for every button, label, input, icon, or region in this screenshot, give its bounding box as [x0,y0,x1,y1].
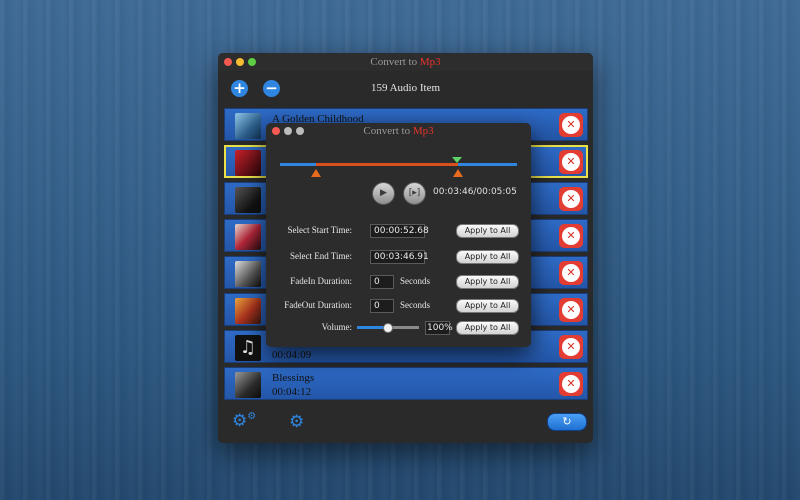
end-time-field[interactable]: 00:03:46.91 [370,250,429,264]
start-time-label: Select Start Time: [287,225,352,235]
track-settings-button[interactable]: ✕ [559,224,583,248]
album-art-thumbnail [235,298,261,324]
trim-dialog: Convert to Mp3 ▶ [▸] 00:03:46/00:05:05 S… [266,123,531,347]
apply-volume-to-all-button[interactable]: Apply to All [456,321,519,335]
track-title: Blessings [272,372,315,384]
window-title: Convert to Mp3 [370,56,441,68]
apply-fadeout-to-all-button[interactable]: Apply to All [456,299,519,313]
gears-icon[interactable]: ⚙⚙ [232,411,256,431]
dialog-close-button[interactable] [272,127,280,135]
album-art-thumbnail [235,150,261,176]
apply-start-to-all-button[interactable]: Apply to All [456,224,519,238]
tools-icon: ✕ [562,190,580,208]
tools-icon: ✕ [562,301,580,319]
close-window-button[interactable] [224,58,232,66]
album-art-thumbnail [235,187,261,213]
track-duration: 00:04:09 [272,349,312,361]
end-time-label: Select End Time: [289,251,352,261]
music-note-icon: ♫ [235,335,261,361]
track-settings-button[interactable]: ✕ [559,372,583,396]
dialog-zoom-button[interactable] [296,127,304,135]
volume-label: Volume: [321,322,352,332]
play-button[interactable]: ▶ [372,182,395,205]
apply-end-to-all-button[interactable]: Apply to All [456,250,519,264]
fadeout-duration-field[interactable]: 0 [370,299,394,313]
album-art-thumbnail [235,113,261,139]
tools-icon: ✕ [562,153,580,171]
minimize-window-button[interactable] [236,58,244,66]
track-settings-button[interactable]: ✕ [559,187,583,211]
track-duration: 00:04:12 [272,386,312,398]
fadein-duration-label: FadeIn Duration: [290,276,352,286]
bottom-bar: ⚙⚙ ⚙ ↻ [218,403,593,443]
fadeout-seconds-label: Seconds [400,300,430,310]
tools-icon: ✕ [562,116,580,134]
playback-time-readout: 00:03:46/00:05:05 [433,187,517,197]
dialog-title: Convert to Mp3 [363,125,434,137]
volume-slider[interactable] [357,323,419,333]
dialog-minimize-button[interactable] [284,127,292,135]
start-time-field[interactable]: 00:00:52.68 [370,224,429,238]
tools-icon: ✕ [562,338,580,356]
trim-selection-range [316,163,458,166]
playhead-marker[interactable] [452,157,462,163]
track-settings-button[interactable]: ✕ [559,298,583,322]
volume-slider-knob[interactable] [383,323,393,333]
album-art-thumbnail [235,372,261,398]
apply-fadein-to-all-button[interactable]: Apply to All [456,275,519,289]
track-settings-button[interactable]: ✕ [559,335,583,359]
refresh-icon: ↻ [562,415,572,428]
trim-play-icon: [▸] [408,188,421,198]
audio-list-item[interactable]: Blessings 00:04:12 ✕ [224,367,588,400]
track-settings-button[interactable]: ✕ [559,113,583,137]
end-marker-handle[interactable] [453,169,463,177]
tools-icon: ✕ [562,264,580,282]
window-titlebar: Convert to Mp3 [218,53,593,71]
tools-icon: ✕ [562,227,580,245]
settings-gear-icon[interactable]: ⚙ [289,412,304,432]
fadein-duration-field[interactable]: 0 [370,275,394,289]
fadein-seconds-label: Seconds [400,276,430,286]
track-settings-button[interactable]: ✕ [559,261,583,285]
zoom-window-button[interactable] [248,58,256,66]
album-art-thumbnail [235,224,261,250]
preview-trim-button[interactable]: [▸] [403,182,426,205]
volume-value-field[interactable]: 100% [425,321,453,335]
tools-icon: ✕ [562,375,580,393]
play-icon: ▶ [380,188,387,198]
album-art-thumbnail [235,261,261,287]
start-marker-handle[interactable] [311,169,321,177]
item-count-label: 159 Audio Item [370,82,441,94]
convert-button[interactable]: ↻ [547,413,587,431]
fadeout-duration-label: FadeOut Duration: [284,300,352,310]
track-settings-button[interactable]: ✕ [559,150,583,174]
